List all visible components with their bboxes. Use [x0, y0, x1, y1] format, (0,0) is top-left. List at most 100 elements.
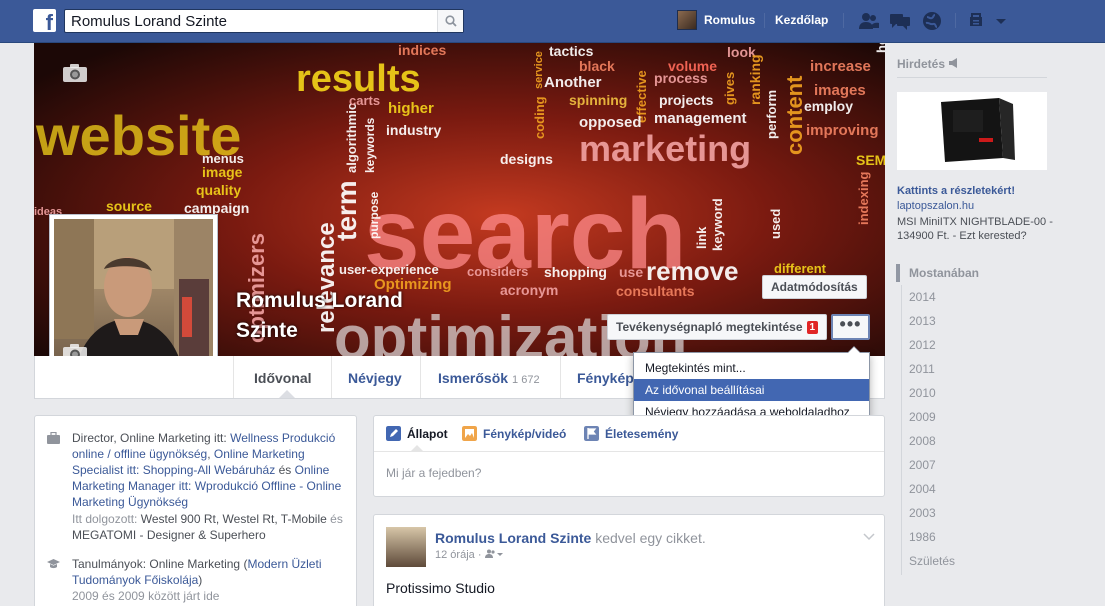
cover-word: remove	[646, 256, 739, 286]
cover-word: marketing	[579, 128, 751, 169]
cover-word: content	[782, 75, 807, 155]
author-link[interactable]: Romulus Lorand Szinte	[435, 530, 591, 546]
cover-word: source	[106, 198, 152, 214]
cover-word: images	[814, 82, 866, 99]
year-item[interactable]: 2013	[902, 309, 1042, 333]
graduation-cap-icon	[47, 559, 60, 569]
audience-friends-icon[interactable]	[484, 549, 503, 558]
year-item[interactable]: 2008	[902, 429, 1042, 453]
cover-word: help	[874, 43, 885, 53]
cover-word: coding	[532, 96, 547, 139]
tab-status[interactable]: Állapot	[386, 426, 448, 441]
year-item[interactable]: 2004	[902, 477, 1042, 501]
cover-word: improving	[806, 122, 879, 139]
ads-header: Hirdetés	[897, 57, 960, 71]
work-prefix: Director, Online Marketing itt:	[72, 431, 227, 445]
avatar[interactable]	[386, 527, 426, 567]
divider	[420, 356, 421, 398]
divider	[560, 356, 561, 398]
cover-word: tactics	[549, 43, 594, 59]
tab-timeline[interactable]: Idővonal	[254, 370, 312, 386]
divider	[233, 356, 234, 398]
ads-header-label: Hirdetés	[897, 57, 946, 71]
search-box	[64, 9, 464, 33]
cover-word: designs	[500, 151, 553, 167]
friend-requests-icon[interactable]	[858, 11, 880, 31]
cover-word: projects	[659, 92, 714, 108]
work-info: Director, Online Marketing itt: Wellness…	[47, 430, 347, 543]
cover-word: keywords	[363, 117, 377, 173]
cover-word: purpose	[367, 191, 381, 239]
timeline-years-line	[901, 285, 902, 575]
tab-life-event[interactable]: Életesemény	[584, 426, 678, 441]
cover-word: indexing	[856, 171, 871, 225]
timestamp[interactable]: 12 órája	[435, 549, 475, 561]
menu-item-view-as[interactable]: Megtekintés mint...	[634, 357, 869, 379]
tab-friends[interactable]: Ismerősök 1 672	[438, 370, 540, 386]
timeline-years: Mostanában 2014 2013 2012 2011 2010 2009…	[896, 261, 1042, 573]
search-input[interactable]	[65, 10, 435, 32]
worked-at-label: Itt dolgozott:	[72, 512, 138, 526]
cover-word: black	[579, 58, 615, 74]
more-options-button[interactable]: •••	[831, 314, 870, 340]
right-column: Hirdetés Kattints a részletekért! laptop…	[896, 43, 1105, 606]
chevron-down-icon[interactable]	[863, 530, 875, 544]
home-link[interactable]: Kezdőlap	[775, 13, 828, 27]
profile-name[interactable]: Romulus Lorand Szinte	[236, 286, 446, 346]
divider	[843, 13, 844, 28]
edit-profile-button[interactable]: Adatmódosítás	[762, 275, 867, 299]
previous-employers[interactable]: Westel 900 Rt, Westel Rt, T-Mobile	[141, 512, 327, 526]
comma: ,	[207, 447, 211, 461]
year-item[interactable]: 2012	[902, 333, 1042, 357]
ad-image[interactable]	[897, 92, 1047, 170]
conjunction: és	[330, 512, 343, 526]
year-item[interactable]: Születés	[902, 549, 1042, 573]
ad-title-link[interactable]: Kattints a részletekért!	[897, 185, 1015, 197]
year-item[interactable]: 2010	[902, 381, 1042, 405]
year-item[interactable]: 2009	[902, 405, 1042, 429]
year-item[interactable]: 2003	[902, 501, 1042, 525]
privacy-shortcuts-icon[interactable]	[968, 11, 990, 31]
activity-log-button[interactable]: Tevékenységnapló megtekintése 1	[607, 314, 828, 340]
employer-link[interactable]: Shopping-All Webáruház	[143, 463, 276, 477]
pencil-icon	[386, 426, 401, 441]
menu-item-timeline-settings[interactable]: Az idővonal beállításai	[634, 379, 869, 401]
cover-word: SEM	[856, 152, 885, 168]
year-item[interactable]: 2011	[902, 357, 1042, 381]
year-item[interactable]: 2014	[902, 285, 1042, 309]
tab-photo-label: Fénykép/videó	[483, 426, 567, 441]
active-tab-indicator	[279, 390, 295, 398]
tab-about[interactable]: Névjegy	[348, 370, 402, 386]
year-item[interactable]: 1986	[902, 525, 1042, 549]
cover-word: service	[533, 51, 545, 89]
cover-word: spinning	[569, 92, 627, 108]
search-button[interactable]	[437, 10, 463, 32]
avatar	[677, 10, 697, 30]
chevron-down-icon[interactable]	[994, 11, 1016, 31]
tab-photo-video[interactable]: Fénykép/videó	[462, 426, 566, 441]
composer-tabs: Állapot Fénykép/videó Életesemény	[374, 416, 884, 452]
facebook-logo[interactable]: f	[33, 9, 56, 32]
ad-description: MSI MiniITX NIGHTBLADE-00 - 134900 Ft. -…	[897, 216, 1053, 242]
divider	[955, 13, 956, 28]
story-text[interactable]: Protissimo Studio	[386, 580, 495, 596]
cover-word: industry	[386, 122, 441, 138]
year-item[interactable]: 2007	[902, 453, 1042, 477]
cover-word: ranking	[747, 54, 763, 105]
year-item[interactable]: Mostanában	[896, 261, 1042, 285]
top-user-link[interactable]: Romulus	[677, 10, 755, 30]
notifications-icon[interactable]	[921, 11, 943, 31]
story-action: kedvel egy cikket.	[595, 530, 706, 546]
cover-word: carts	[349, 93, 380, 108]
feed-story: Romulus Lorand Szinte kedvel egy cikket.…	[373, 514, 885, 606]
ad-url-link[interactable]: laptopszalon.hu	[897, 200, 974, 212]
cover-word: link	[694, 226, 709, 249]
education-info: Tanulmányok: Online Marketing (Modern Üz…	[47, 556, 347, 604]
messages-icon[interactable]	[889, 11, 911, 31]
tab-life-event-label: Életesemény	[605, 426, 679, 441]
top-bar: f Romulus Kezdőlap	[0, 0, 1105, 43]
previous-employer[interactable]: MEGATOMI - Designer & Superhero	[72, 528, 266, 542]
page-scrollbar[interactable]	[1098, 43, 1105, 606]
status-input[interactable]: Mi jár a fejedben?	[386, 466, 481, 480]
tab-status-label: Állapot	[407, 426, 448, 441]
